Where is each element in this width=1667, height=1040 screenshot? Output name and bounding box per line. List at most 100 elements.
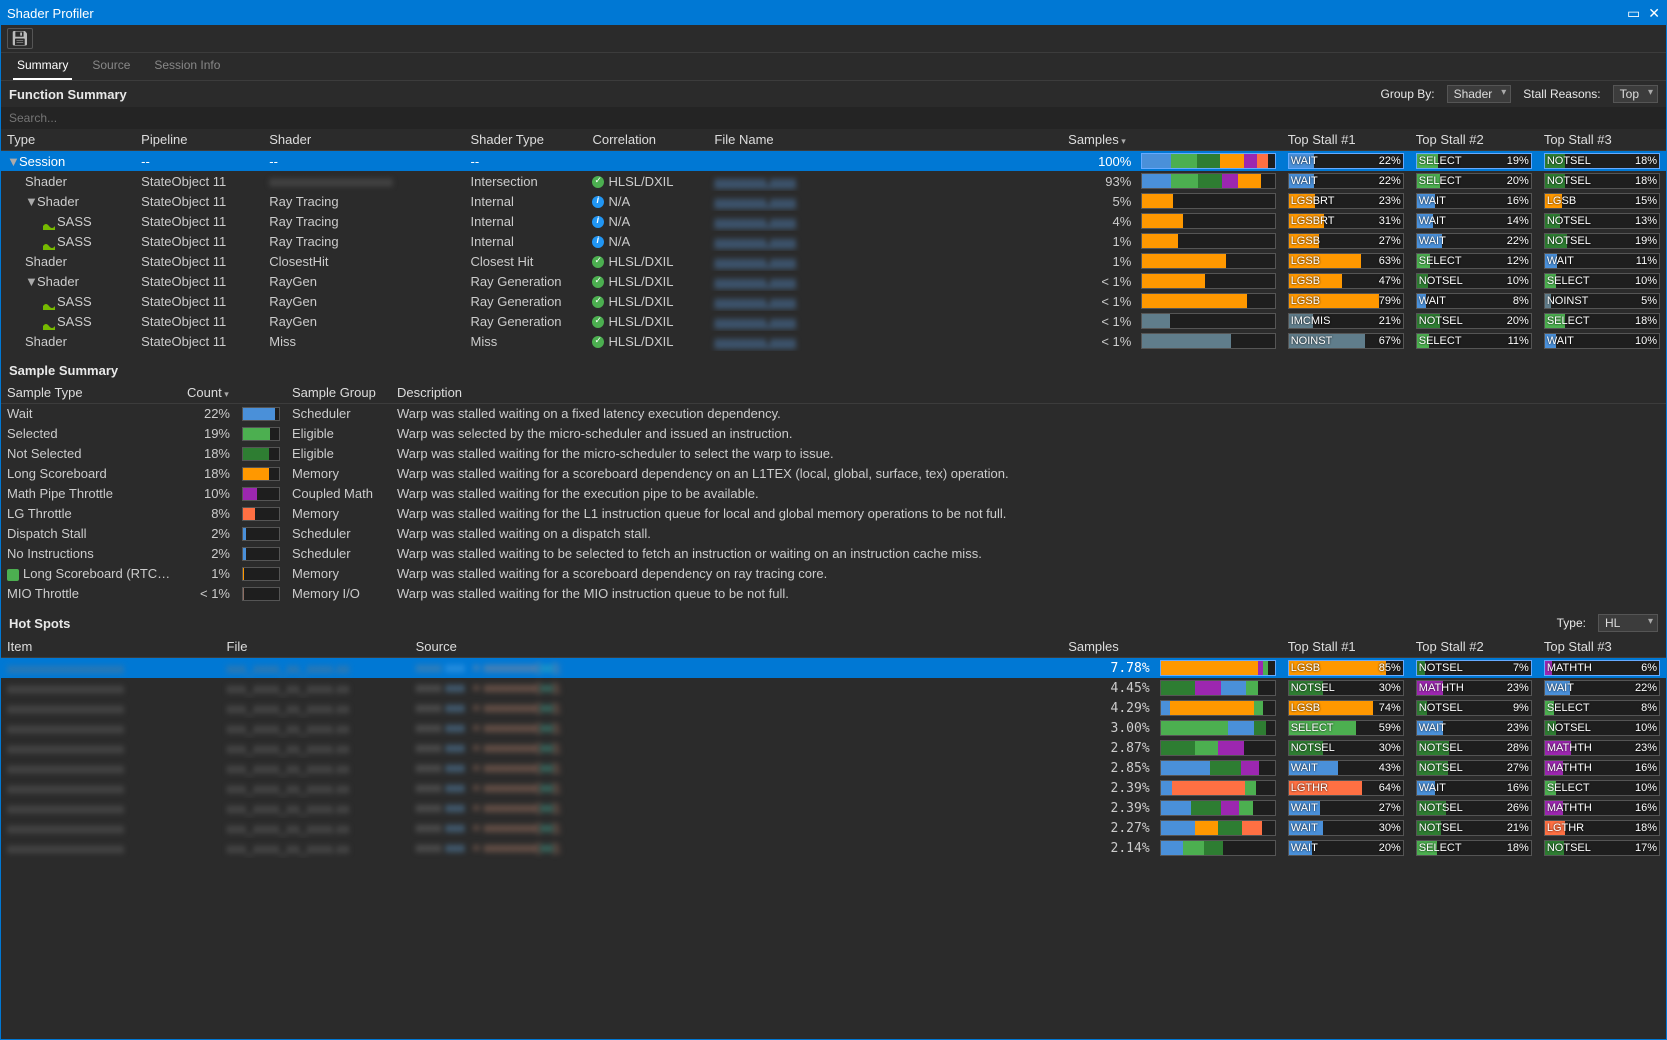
hot-col-2[interactable]: Source [410, 636, 1063, 658]
check-icon [592, 296, 604, 308]
nvidia-icon [43, 298, 55, 306]
check-icon [592, 276, 604, 288]
group-by-dropdown[interactable]: Shader [1447, 85, 1512, 103]
sample-row[interactable]: Math Pipe Throttle10%Coupled MathWarp wa… [1, 484, 1666, 504]
func-row[interactable]: SASSStateObject 11Ray TracingInternalN/A… [1, 231, 1666, 251]
func-row[interactable]: SASSStateObject 11RayGenRay GenerationHL… [1, 291, 1666, 311]
search-input[interactable] [1, 107, 1666, 129]
expander-icon[interactable]: ▼ [7, 154, 17, 169]
stall-reasons-dropdown[interactable]: Top [1613, 85, 1658, 103]
filename-link[interactable]: xxxxxxxx.xxxx [714, 294, 796, 309]
hot-col-5[interactable]: Top Stall #1 [1282, 636, 1410, 658]
sample-summary-table: Sample TypeCountSample GroupDescription … [1, 382, 1666, 604]
save-icon[interactable]: 💾︎ [7, 28, 33, 49]
sample-row[interactable]: Wait22%SchedulerWarp was stalled waiting… [1, 404, 1666, 424]
window-title: Shader Profiler [7, 6, 94, 21]
hot-col-4[interactable] [1154, 636, 1282, 658]
func-row[interactable]: SASSStateObject 11RayGenRay GenerationHL… [1, 311, 1666, 331]
func-col-5[interactable]: File Name [708, 129, 1062, 151]
tab-session-info[interactable]: Session Info [150, 54, 224, 80]
stall-reasons-label: Stall Reasons: [1523, 87, 1600, 101]
sample-row[interactable]: LG Throttle8%MemoryWarp was stalled wait… [1, 504, 1666, 524]
hotspot-row[interactable]: xxxxxxxxxxxxxxxxxxxxx_xxxx_xx_xxxx.xxxxx… [1, 818, 1666, 838]
func-col-8[interactable]: Top Stall #1 [1282, 129, 1410, 151]
toolbar: 💾︎ [1, 25, 1666, 53]
close-icon[interactable]: ✕ [1648, 5, 1660, 22]
hot-col-7[interactable]: Top Stall #3 [1538, 636, 1666, 658]
hot-col-0[interactable]: Item [1, 636, 221, 658]
sample-col-0[interactable]: Sample Type [1, 382, 181, 404]
func-row[interactable]: ▼Session------100%WAIT22%SELECT19%NOTSEL… [1, 151, 1666, 172]
function-summary-title: Function Summary [9, 87, 127, 102]
sample-row[interactable]: MIO Throttle< 1%Memory I/OWarp was stall… [1, 584, 1666, 604]
hot-col-3[interactable]: Samples [1062, 636, 1153, 658]
hot-spots-title: Hot Spots [9, 616, 70, 631]
sample-col-2[interactable] [236, 382, 286, 404]
filename-link[interactable]: xxxxxxxx.xxxx [714, 274, 796, 289]
hotspot-row[interactable]: xxxxxxxxxxxxxxxxxxxxx_xxxx_xx_xxxx.xxxxx… [1, 838, 1666, 858]
nvidia-icon [43, 238, 55, 246]
sample-col-1[interactable]: Count [181, 382, 236, 404]
hot-type-dropdown[interactable]: HL [1598, 614, 1658, 632]
func-col-1[interactable]: Pipeline [135, 129, 263, 151]
sample-row[interactable]: Not Selected18%EligibleWarp was stalled … [1, 444, 1666, 464]
hotspot-row[interactable]: xxxxxxxxxxxxxxxxxxxxx_xxxx_xx_xxxx.xxxxx… [1, 758, 1666, 778]
filename-link[interactable]: xxxxxxxx.xxxx [714, 234, 796, 249]
sample-col-4[interactable]: Description [391, 382, 1666, 404]
check-icon [592, 256, 604, 268]
nvidia-icon [43, 218, 55, 226]
func-row[interactable]: ShaderStateObject 11ClosestHitClosest Hi… [1, 251, 1666, 271]
group-by-label: Group By: [1381, 87, 1435, 101]
func-col-0[interactable]: Type [1, 129, 135, 151]
maximize-icon[interactable]: ▭ [1627, 5, 1640, 22]
func-col-3[interactable]: Shader Type [464, 129, 586, 151]
sample-col-3[interactable]: Sample Group [286, 382, 391, 404]
sample-row[interactable]: Long Scoreboard (RTCore)1%MemoryWarp was… [1, 564, 1666, 584]
info-icon [592, 196, 604, 208]
function-summary-header: Function Summary Group By: Shader Stall … [1, 81, 1666, 107]
filename-link[interactable]: xxxxxxxx.xxxx [714, 174, 796, 189]
hotspot-row[interactable]: xxxxxxxxxxxxxxxxxxxxx_xxxx_xx_xxxx.xxxxx… [1, 718, 1666, 738]
hot-spots-header: Hot Spots Type: HL [1, 610, 1666, 636]
shield-icon [7, 569, 19, 581]
sample-row[interactable]: Long Scoreboard18%MemoryWarp was stalled… [1, 464, 1666, 484]
filename-link[interactable]: xxxxxxxx.xxxx [714, 334, 796, 349]
sample-summary-header: Sample Summary [1, 359, 1666, 382]
func-col-4[interactable]: Correlation [586, 129, 708, 151]
info-icon [592, 216, 604, 228]
hotspot-row[interactable]: xxxxxxxxxxxxxxxxxxxxx_xxxx_xx_xxxx.xxxxx… [1, 678, 1666, 698]
sample-row[interactable]: Selected19%EligibleWarp was selected by … [1, 424, 1666, 444]
main-tabs: Summary Source Session Info [1, 53, 1666, 81]
sample-row[interactable]: Dispatch Stall2%SchedulerWarp was stalle… [1, 524, 1666, 544]
hotspot-row[interactable]: xxxxxxxxxxxxxxxxxxxxx_xxxx_xx_xxxx.xxxxx… [1, 778, 1666, 798]
func-row[interactable]: ShaderStateObject 11xxxxxxxxxxxxxxxxxxxI… [1, 171, 1666, 191]
func-col-10[interactable]: Top Stall #3 [1538, 129, 1666, 151]
tab-source[interactable]: Source [88, 54, 134, 80]
hotspot-row[interactable]: xxxxxxxxxxxxxxxxxxxxx_xxxx_xx_xxxx.xxxxx… [1, 658, 1666, 679]
filename-link[interactable]: xxxxxxxx.xxxx [714, 314, 796, 329]
func-col-7[interactable] [1135, 129, 1281, 151]
hotspot-row[interactable]: xxxxxxxxxxxxxxxxxxxxx_xxxx_xx_xxxx.xxxxx… [1, 798, 1666, 818]
expander-icon[interactable]: ▼ [25, 274, 35, 289]
filename-link[interactable]: xxxxxxxx.xxxx [714, 214, 796, 229]
sample-row[interactable]: No Instructions2%SchedulerWarp was stall… [1, 544, 1666, 564]
func-col-6[interactable]: Samples [1062, 129, 1135, 151]
func-row[interactable]: ▼ShaderStateObject 11Ray TracingInternal… [1, 191, 1666, 211]
hot-col-6[interactable]: Top Stall #2 [1410, 636, 1538, 658]
check-icon [592, 176, 604, 188]
func-row[interactable]: ▼ShaderStateObject 11RayGenRay Generatio… [1, 271, 1666, 291]
func-row[interactable]: SASSStateObject 11Ray TracingInternalN/A… [1, 211, 1666, 231]
info-icon [592, 236, 604, 248]
func-col-9[interactable]: Top Stall #2 [1410, 129, 1538, 151]
func-row[interactable]: ShaderStateObject 11MissMissHLSL/DXILxxx… [1, 331, 1666, 351]
hotspot-row[interactable]: xxxxxxxxxxxxxxxxxxxxx_xxxx_xx_xxxx.xxxxx… [1, 698, 1666, 718]
func-col-2[interactable]: Shader [263, 129, 464, 151]
hotspot-row[interactable]: xxxxxxxxxxxxxxxxxxxxx_xxxx_xx_xxxx.xxxxx… [1, 738, 1666, 758]
filename-link[interactable]: xxxxxxxx.xxxx [714, 254, 796, 269]
expander-icon[interactable]: ▼ [25, 194, 35, 209]
hot-type-label: Type: [1557, 616, 1586, 630]
filename-link[interactable]: xxxxxxxx.xxxx [714, 194, 796, 209]
hot-col-1[interactable]: File [221, 636, 410, 658]
tab-summary[interactable]: Summary [13, 54, 72, 80]
window-titlebar[interactable]: Shader Profiler ▭ ✕ [1, 1, 1666, 25]
